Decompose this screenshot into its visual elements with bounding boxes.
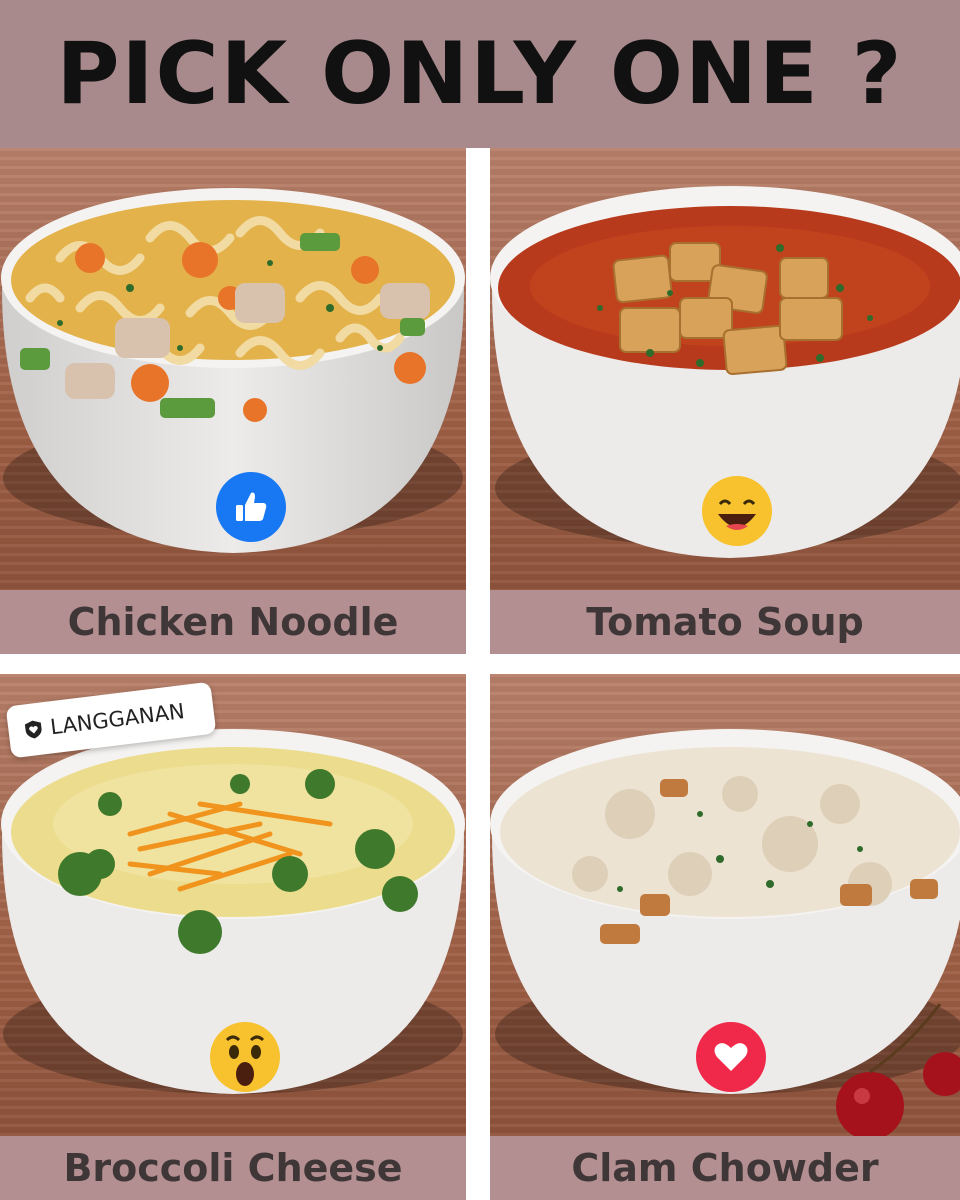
shield-heart-icon (24, 720, 42, 739)
option-label: Broccoli Cheese (63, 1146, 403, 1190)
page-title: PICK ONLY ONE ? (56, 24, 904, 124)
option-label: Tomato Soup (586, 600, 864, 644)
option-broccoli-cheese[interactable]: Broccoli Cheese (0, 674, 466, 1200)
header-banner: PICK ONLY ONE ? (0, 0, 960, 148)
wow-emoji-icon (210, 1022, 280, 1092)
option-label: Clam Chowder (571, 1146, 879, 1190)
broccoli-cheese-soup-image (1, 729, 465, 1094)
option-label-bar: Chicken Noodle (0, 590, 466, 654)
option-tomato-soup[interactable]: Tomato Soup (490, 148, 960, 654)
option-label-bar: Tomato Soup (490, 590, 960, 654)
option-chicken-noodle[interactable]: Chicken Noodle (0, 148, 466, 654)
subscribe-badge-label: LANGGANAN (48, 699, 186, 740)
option-label: Chicken Noodle (67, 600, 399, 644)
option-label-bar: Broccoli Cheese (0, 1136, 466, 1200)
haha-emoji-icon (702, 476, 772, 546)
option-label-bar: Clam Chowder (490, 1136, 960, 1200)
option-clam-chowder[interactable]: Clam Chowder (490, 674, 960, 1200)
clam-chowder-image (490, 729, 960, 1140)
love-heart-icon (696, 1022, 766, 1092)
chicken-noodle-soup-image (1, 188, 465, 553)
like-icon (216, 472, 286, 542)
tomato-soup-image (490, 186, 960, 558)
